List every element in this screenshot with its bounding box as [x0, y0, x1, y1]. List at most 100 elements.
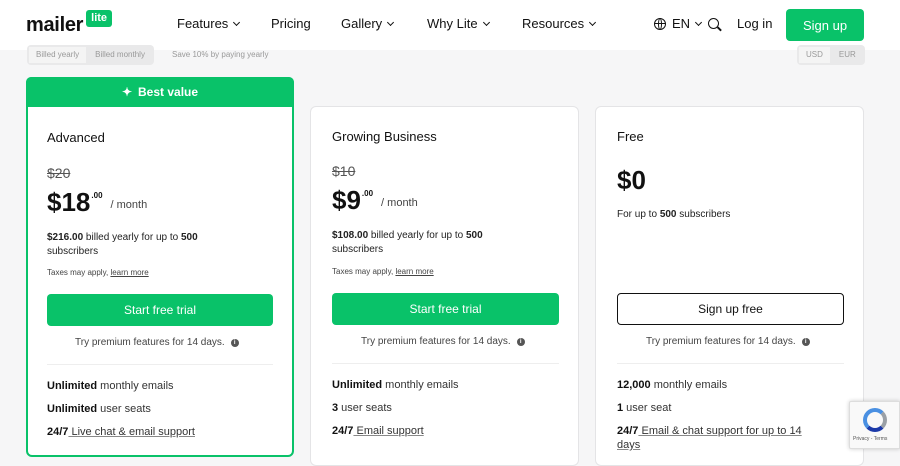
price-period: / month: [381, 197, 418, 209]
feature-bold: 24/7: [332, 425, 354, 437]
taxes-text: Taxes may apply,: [47, 268, 111, 277]
learn-more-link[interactable]: learn more: [110, 268, 148, 277]
nav-why-lite-label: Why Lite: [427, 16, 478, 31]
feature-text[interactable]: Email & chat support for up to 14 days: [617, 425, 802, 451]
plan-name: Free: [617, 129, 644, 144]
billed-yearly-option[interactable]: Billed yearly: [29, 47, 87, 63]
subscriber-count: 500: [659, 209, 677, 220]
feature-text[interactable]: Live chat & email support: [68, 426, 195, 438]
subscriber-limit-prefix: For up to: [617, 209, 660, 220]
billing-period-toggle: Billed yearly Billed monthly: [27, 45, 154, 65]
recaptcha-badge[interactable]: Privacy - Terms: [849, 401, 900, 449]
chevron-down-icon: [387, 18, 395, 26]
price-cents: .00: [91, 191, 103, 200]
recaptcha-icon: [863, 408, 887, 432]
taxes-text: Taxes may apply,: [332, 267, 396, 276]
sign-up-free-button[interactable]: Sign up free: [617, 293, 844, 325]
feature-text: monthly emails: [650, 379, 728, 391]
billed-text: billed yearly for up to: [368, 230, 466, 241]
feature-item: Unlimited monthly emails: [47, 379, 174, 393]
language-selector[interactable]: EN: [654, 16, 703, 31]
learn-more-link[interactable]: learn more: [395, 267, 433, 276]
recaptcha-links[interactable]: Privacy - Terms: [853, 436, 887, 442]
divider: [617, 363, 844, 364]
save-note: Save 10% by paying yearly: [172, 50, 269, 59]
feature-bold: 24/7: [47, 426, 69, 438]
login-label: Log in: [737, 16, 773, 31]
login-link[interactable]: Log in: [737, 16, 772, 31]
nav-gallery-label: Gallery: [341, 16, 383, 31]
info-icon[interactable]: i: [801, 337, 810, 346]
start-free-trial-button[interactable]: Start free trial: [47, 294, 273, 326]
price-cents: .00: [361, 189, 374, 198]
feature-item: Unlimited monthly emails: [332, 378, 459, 392]
nav-features[interactable]: Features: [177, 16, 241, 31]
price-amount: $0: [617, 165, 646, 195]
subscribers-suffix: subscribers: [332, 244, 384, 255]
sparkle-icon: ✦: [121, 85, 133, 99]
billed-text: billed yearly for up to: [83, 232, 181, 243]
nav-why-lite[interactable]: Why Lite: [427, 16, 490, 31]
chevron-down-icon: [589, 18, 597, 26]
billed-amount: $108.00: [332, 230, 369, 241]
feature-text: monthly emails: [382, 379, 459, 391]
feature-text: user seats: [97, 403, 151, 415]
feature-bold: Unlimited: [47, 380, 98, 392]
subscribers-suffix: subscribers: [47, 246, 99, 257]
price-amount: $18: [47, 187, 91, 217]
feature-item: Unlimited user seats: [47, 402, 151, 416]
price: $0: [617, 166, 646, 194]
currency-usd[interactable]: USD: [799, 47, 830, 63]
nav-gallery[interactable]: Gallery: [341, 16, 395, 31]
old-price: $20: [47, 165, 71, 181]
mailerlite-logo[interactable]: mailer lite: [26, 10, 113, 37]
feature-item: 3 user seats: [332, 401, 392, 415]
plan-card-growing-business: Growing Business $10 $9 .00 / month $108…: [310, 106, 579, 466]
divider: [332, 363, 559, 364]
old-price: $10: [332, 163, 356, 179]
feature-text: monthly emails: [97, 380, 174, 392]
feature-text: user seats: [338, 402, 392, 414]
price-amount: $9: [332, 185, 361, 215]
subscriber-limit-suffix: subscribers: [676, 209, 731, 220]
nav-resources-label: Resources: [522, 16, 585, 31]
info-icon[interactable]: i: [230, 338, 239, 347]
trial-note: Try premium features for 14 days. i: [75, 337, 239, 348]
globe-icon: [654, 17, 666, 30]
search-icon[interactable]: [708, 18, 719, 29]
feature-bold: 24/7: [617, 425, 639, 437]
subscriber-limit: For up to 500 subscribers: [617, 209, 730, 220]
feature-item: 24/7 Email & chat support for up to 14 d…: [617, 424, 827, 452]
logo-text: mailer: [26, 14, 84, 36]
feature-text[interactable]: Email support: [353, 425, 423, 437]
trial-note-text: Try premium features for 14 days.: [75, 337, 225, 348]
best-value-banner: ✦ Best value: [26, 77, 294, 107]
currency-eur[interactable]: EUR: [832, 47, 863, 63]
info-icon[interactable]: i: [516, 337, 525, 346]
feature-bold: Unlimited: [332, 379, 383, 391]
feature-bold: 12,000: [617, 379, 651, 391]
logo-badge: lite: [86, 10, 113, 27]
taxes-note: Taxes may apply, learn more: [332, 267, 434, 276]
nav-pricing-label: Pricing: [271, 16, 311, 31]
billing-summary: $216.00 billed yearly for up to 500 subs…: [47, 231, 247, 259]
feature-text: user seat: [623, 402, 672, 414]
feature-bold: Unlimited: [47, 403, 98, 415]
trial-note-text: Try premium features for 14 days.: [646, 336, 796, 347]
feature-item: 12,000 monthly emails: [617, 378, 727, 392]
language-label: EN: [672, 16, 691, 31]
plan-card-free: Free $0 For up to 500 subscribers Sign u…: [595, 106, 864, 466]
nav-features-label: Features: [177, 16, 229, 31]
price: $18 .00 / month: [47, 188, 147, 216]
price: $9 .00 / month: [332, 186, 418, 214]
top-navigation: mailer lite Features Pricing Gallery Why…: [0, 0, 900, 50]
nav-pricing[interactable]: Pricing: [271, 16, 311, 31]
billed-monthly-option[interactable]: Billed monthly: [88, 47, 152, 63]
signup-button[interactable]: Sign up: [786, 9, 864, 41]
feature-item: 24/7 Live chat & email support: [47, 425, 195, 439]
start-free-trial-button[interactable]: Start free trial: [332, 293, 559, 325]
plan-name: Advanced: [47, 130, 105, 145]
nav-resources[interactable]: Resources: [522, 16, 597, 31]
feature-item: 24/7 Email support: [332, 424, 424, 438]
plan-card-advanced: ✦ Best value Advanced $20 $18 .00 / mont…: [26, 77, 294, 457]
